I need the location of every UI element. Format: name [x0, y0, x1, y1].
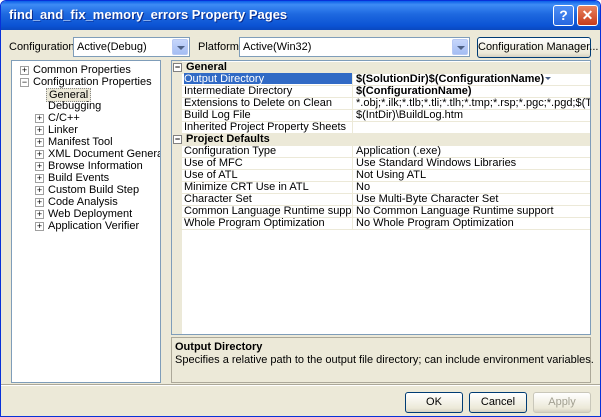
expand-icon[interactable]: + — [35, 174, 44, 183]
property-name: Use of MFC — [184, 157, 243, 169]
close-button[interactable]: ✕ — [577, 5, 598, 26]
category-label: General — [186, 61, 227, 73]
property-name: Common Language Runtime support — [184, 205, 352, 217]
chevron-down-icon[interactable] — [452, 39, 468, 55]
property-value[interactable]: $(ConfigurationName) — [352, 86, 590, 97]
expand-icon[interactable]: + — [35, 186, 44, 195]
property-value[interactable]: $(IntDir)\BuildLog.htm — [352, 110, 590, 121]
expand-icon[interactable]: + — [35, 222, 44, 231]
property-value[interactable] — [352, 122, 590, 133]
property-name: Extensions to Delete on Clean — [184, 97, 332, 109]
chevron-down-icon[interactable] — [172, 39, 188, 55]
tree-item-label: Build Events — [48, 172, 110, 184]
property-name: Character Set — [184, 193, 252, 205]
tree-item-label: Debugging — [48, 100, 102, 112]
configuration-manager-button[interactable]: Configuration Manager... — [477, 37, 598, 58]
configuration-label: Configuration: — [9, 41, 78, 53]
expand-icon[interactable]: + — [35, 126, 44, 135]
property-name: Use of ATL — [184, 169, 238, 181]
property-name: Inherited Project Property Sheets — [184, 121, 347, 133]
tree-item-label: Custom Build Step — [48, 184, 140, 196]
property-value[interactable]: Use Standard Windows Libraries — [352, 158, 590, 169]
collapse-icon[interactable]: − — [20, 78, 29, 87]
property-row-whole-program-optimization[interactable]: Whole Program Optimization No Whole Prog… — [182, 217, 590, 230]
expand-icon[interactable]: + — [35, 162, 44, 171]
tree-item-label: Code Analysis — [48, 196, 118, 208]
tree-item-label: C/C++ — [48, 112, 80, 124]
description-title: Output Directory — [175, 341, 263, 353]
platform-value: Active(Win32) — [243, 41, 312, 53]
collapse-icon[interactable]: − — [173, 135, 182, 144]
tree-item-label: XML Document Generator — [48, 148, 160, 160]
tree-item-label: Configuration Properties — [33, 76, 152, 88]
property-name: Whole Program Optimization — [184, 217, 325, 229]
window-title: find_and_fix_memory_errors Property Page… — [9, 7, 288, 22]
platform-label: Platform: — [198, 41, 243, 53]
property-value[interactable]: Use Multi-Byte Character Set — [352, 194, 590, 205]
property-pages-dialog: find_and_fix_memory_errors Property Page… — [0, 0, 601, 417]
help-button[interactable]: ? — [553, 5, 574, 26]
cancel-button[interactable]: Cancel — [469, 392, 527, 413]
property-value[interactable]: Application (.exe) — [352, 146, 590, 157]
property-name: Output Directory — [184, 73, 352, 84]
expand-icon[interactable]: + — [35, 198, 44, 207]
tree-item-label: Common Properties — [33, 64, 131, 76]
property-value[interactable]: No Whole Program Optimization — [352, 218, 590, 229]
tree-item-label: Browse Information — [48, 160, 143, 172]
expand-icon[interactable]: + — [20, 66, 29, 75]
collapse-icon[interactable]: − — [173, 63, 182, 72]
description-text: Specifies a relative path to the output … — [175, 354, 594, 366]
tree-item-label: Linker — [48, 124, 78, 136]
apply-button: Apply — [533, 392, 591, 413]
property-tree[interactable]: + Common Properties − Configuration Prop… — [11, 60, 161, 383]
property-value[interactable]: *.obj;*.ilk;*.tlb;*.tli;*.tlh;*.tmp;*.rs… — [352, 98, 590, 109]
property-name: Build Log File — [184, 109, 251, 121]
tree-item-label: Manifest Tool — [48, 136, 113, 148]
grid-gutter — [172, 61, 182, 334]
divider — [1, 384, 600, 386]
property-grid[interactable]: − General Output Directory $(SolutionDir… — [171, 60, 591, 335]
expand-icon[interactable]: + — [35, 138, 44, 147]
property-name: Intermediate Directory — [184, 85, 293, 97]
expand-icon[interactable]: + — [35, 210, 44, 219]
property-value[interactable]: No — [352, 182, 590, 193]
configuration-value: Active(Debug) — [77, 41, 147, 53]
platform-select[interactable]: Active(Win32) — [239, 37, 470, 57]
expand-icon[interactable]: + — [35, 114, 44, 123]
expand-icon[interactable]: + — [35, 150, 44, 159]
property-name: Minimize CRT Use in ATL — [184, 181, 309, 193]
property-value[interactable]: No Common Language Runtime support — [352, 206, 590, 217]
property-value[interactable]: $(SolutionDir)$(ConfigurationName) — [352, 74, 590, 85]
property-name: Configuration Type — [184, 145, 277, 157]
tree-item-label: Web Deployment — [48, 208, 133, 220]
title-bar[interactable]: find_and_fix_memory_errors Property Page… — [1, 1, 600, 30]
tree-item-label: Application Verifier — [48, 220, 140, 232]
configuration-select[interactable]: Active(Debug) — [73, 37, 190, 57]
property-value[interactable]: Not Using ATL — [352, 170, 590, 181]
description-panel: Output Directory Specifies a relative pa… — [171, 337, 594, 383]
ok-button[interactable]: OK — [405, 392, 463, 413]
category-label: Project Defaults — [186, 133, 270, 145]
configuration-toolbar: Configuration: Active(Debug) Platform: A… — [1, 37, 600, 59]
